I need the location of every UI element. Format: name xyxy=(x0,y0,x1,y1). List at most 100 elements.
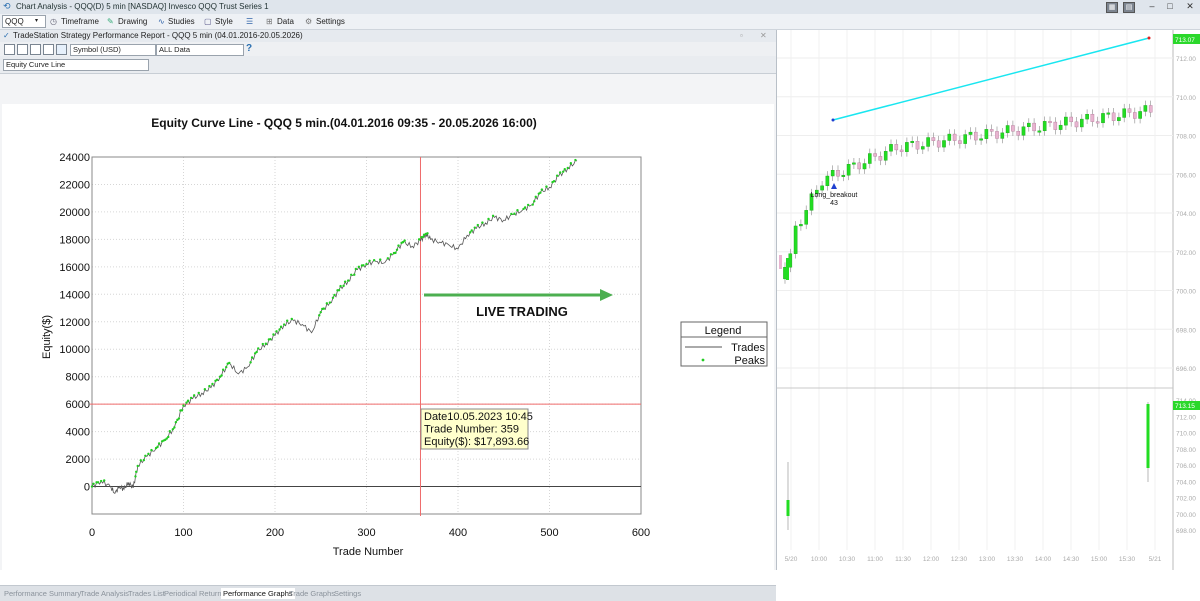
y-tick-label: 14000 xyxy=(59,289,90,301)
candle-body xyxy=(973,131,978,141)
candle-body xyxy=(878,156,883,161)
lower-tick-label: 704.00 xyxy=(1176,479,1196,486)
data-menu[interactable]: Data xyxy=(277,16,294,27)
candle-body xyxy=(1058,124,1063,130)
peak-marker xyxy=(343,280,347,283)
save-icon[interactable] xyxy=(4,44,15,55)
drawing-menu[interactable]: Drawing xyxy=(118,16,147,27)
peak-marker xyxy=(562,170,565,173)
peak-marker xyxy=(147,452,150,456)
peak-marker xyxy=(531,203,534,206)
candle-body xyxy=(836,170,840,177)
help-icon[interactable]: ? xyxy=(246,43,252,54)
tab-trades-list[interactable]: Trades List xyxy=(128,588,165,599)
tab-performance-summary[interactable]: Performance Summary xyxy=(4,588,81,599)
tab-periodical-returns[interactable]: Periodical Returns xyxy=(164,588,225,599)
x-tick-label: 500 xyxy=(540,527,558,539)
candle-body xyxy=(867,153,872,164)
maximize-button[interactable]: □ xyxy=(1164,1,1176,12)
tab-trade-graphs[interactable]: Trade Graphs xyxy=(289,588,335,599)
peak-marker xyxy=(208,384,211,388)
report-tabs: Performance Summary Trade Analysis Trade… xyxy=(0,585,776,601)
chevron-down-icon[interactable]: ▾ xyxy=(35,16,38,27)
symbol-input[interactable]: QQQ xyxy=(2,15,46,28)
candle-body xyxy=(936,140,941,148)
gear-icon: ⚙ xyxy=(305,17,313,26)
peak-marker xyxy=(221,368,225,371)
candle-body xyxy=(889,144,893,152)
peak-marker xyxy=(510,212,513,216)
price-tick-label: 710.00 xyxy=(1176,95,1196,102)
peak-marker xyxy=(337,288,341,292)
candle-body xyxy=(1106,112,1111,115)
grid-icon[interactable]: ▦ xyxy=(1106,2,1118,13)
peak-marker xyxy=(566,166,569,170)
x-tick-label: 600 xyxy=(632,527,650,539)
tab-trade-analysis[interactable]: Trade Analysis xyxy=(80,588,129,599)
studies-icon: ∿ xyxy=(158,17,165,26)
tab-settings[interactable]: Settings xyxy=(334,588,361,599)
clock-icon: ◷ xyxy=(50,17,57,26)
y-tick-label: 8000 xyxy=(66,372,90,384)
x-tick-label: 100 xyxy=(174,527,192,539)
report-title: TradeStation Strategy Performance Report… xyxy=(13,31,303,40)
candle-body xyxy=(1005,125,1010,134)
time-tick-label: 13:00 xyxy=(979,556,996,563)
window-title: Chart Analysis - QQQ(D) 5 min [NASDAQ] I… xyxy=(16,2,269,11)
peak-marker xyxy=(558,171,562,174)
peak-marker xyxy=(395,248,399,251)
candle-body xyxy=(793,225,798,254)
y-tick-label: 0 xyxy=(84,482,90,494)
export-icon[interactable] xyxy=(43,44,54,55)
candle-body xyxy=(1090,114,1095,122)
candle-body xyxy=(1117,117,1121,121)
peak-marker xyxy=(469,231,472,234)
time-tick-label: 14:30 xyxy=(1063,556,1080,563)
style-menu[interactable]: Style xyxy=(215,16,233,27)
lower-tick-label: 712.00 xyxy=(1176,414,1196,421)
restore-icon[interactable]: ▫ xyxy=(740,30,743,42)
lower-tick-label: 710.00 xyxy=(1176,431,1196,438)
candle-body xyxy=(1122,108,1127,118)
peak-marker xyxy=(516,208,519,212)
price-chart[interactable]: 712.00 710.00 708.00 706.00 704.00 702.00 700.… xyxy=(777,30,1200,570)
peak-marker xyxy=(526,203,530,207)
print-icon[interactable] xyxy=(17,44,28,55)
studies-menu[interactable]: Studies xyxy=(168,16,195,27)
candle-body xyxy=(968,131,973,135)
layout-icon[interactable]: ☰ xyxy=(246,16,253,27)
price-tick-label: 702.00 xyxy=(1176,250,1196,257)
settings-icon[interactable] xyxy=(56,44,67,55)
time-tick-label: 12:30 xyxy=(951,556,968,563)
refresh-icon[interactable] xyxy=(30,44,41,55)
close-report-icon[interactable]: ✕ xyxy=(760,30,767,42)
peak-marker xyxy=(403,239,406,242)
graph-type-select[interactable]: Equity Curve Line xyxy=(3,59,149,71)
peak-marker xyxy=(286,319,289,322)
timeframe-menu[interactable]: Timeframe xyxy=(61,16,99,27)
price-tick-label: 700.00 xyxy=(1176,289,1196,296)
peak-marker xyxy=(473,226,476,229)
candle-body xyxy=(846,164,851,176)
lower-last-label: 713.15 xyxy=(1175,403,1195,410)
peak-marker xyxy=(173,426,176,429)
close-button[interactable]: ✕ xyxy=(1184,1,1196,12)
peak-marker xyxy=(279,325,283,328)
currency-select[interactable]: Symbol (USD) xyxy=(70,44,156,56)
candle-body xyxy=(979,138,983,141)
candle-body xyxy=(841,175,846,177)
tab-performance-graphs[interactable]: Performance Graphs xyxy=(221,588,295,599)
settings-menu[interactable]: Settings xyxy=(316,16,345,27)
equity-curve-chart: Equity Curve Line - QQQ 5 min.(04.01.201… xyxy=(41,116,768,558)
peak-marker xyxy=(372,259,376,262)
data-range-select[interactable]: ALL Data xyxy=(156,44,244,56)
y-tick-label: 20000 xyxy=(59,207,90,219)
minimize-button[interactable]: – xyxy=(1146,1,1158,12)
candle-body xyxy=(779,255,782,269)
grid-alt-icon[interactable]: ▤ xyxy=(1123,2,1135,13)
candle-body xyxy=(995,131,999,139)
candle-body xyxy=(915,141,920,150)
peak-marker xyxy=(545,185,548,188)
peak-marker xyxy=(103,479,106,482)
peak-marker xyxy=(250,356,254,359)
